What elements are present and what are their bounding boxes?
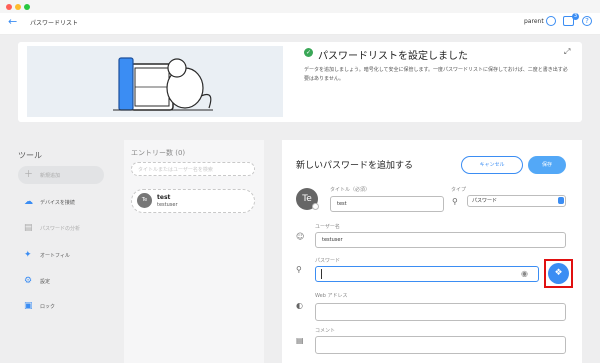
- user-icon: ☺: [296, 232, 305, 241]
- sidebar-title: ツール: [18, 151, 42, 160]
- comment-icon: ▤: [296, 336, 304, 345]
- analysis-icon: ▤: [24, 223, 33, 233]
- url-field[interactable]: [315, 303, 566, 321]
- account-icon[interactable]: [546, 16, 556, 26]
- generate-password-button[interactable]: ❖: [548, 263, 569, 284]
- sidebar-item-settings[interactable]: ⚙ 設定: [18, 272, 104, 290]
- edit-avatar-icon[interactable]: [312, 203, 319, 210]
- gear-icon: ⚙: [24, 276, 33, 286]
- minimize-window-button[interactable]: [15, 4, 21, 10]
- key-icon: ⚲: [452, 197, 458, 206]
- close-window-button[interactable]: [6, 4, 12, 10]
- username-field[interactable]: testuser: [315, 232, 566, 248]
- entry-avatar: Te: [137, 193, 152, 208]
- entry-title: test: [157, 194, 171, 201]
- sidebar-item-add-new[interactable]: ＋ 新規追加: [18, 166, 104, 184]
- username-label: ユーザー名: [315, 224, 340, 230]
- safe-illustration: [27, 46, 283, 117]
- back-arrow-icon[interactable]: ←: [8, 16, 20, 28]
- sidebar-item-label: オートフィル: [40, 253, 70, 259]
- sidebar-item-connect-device[interactable]: ☁ デバイスを接続: [18, 193, 104, 211]
- comment-label: コメント: [315, 328, 336, 334]
- entry-search-input[interactable]: タイトルまたはユーザー名を検索: [131, 162, 255, 176]
- banner-title: パスワードリストを設定しました: [318, 51, 468, 62]
- sidebar-item-label: ロック: [40, 304, 56, 310]
- lock-icon: ▣: [24, 301, 33, 311]
- user-name: parent: [524, 18, 544, 25]
- sidebar-item-label: デバイスを接続: [40, 200, 75, 206]
- text-cursor: [321, 269, 322, 279]
- cloud-upload-icon: ☁: [24, 197, 33, 207]
- entry-count-title: エントリー数 (0): [131, 149, 186, 157]
- comment-field[interactable]: [315, 336, 566, 354]
- help-icon[interactable]: ?: [582, 16, 592, 26]
- check-circle-icon: ✓: [304, 48, 313, 57]
- notification-badge: 3: [572, 13, 579, 20]
- window-titlebar: [0, 0, 600, 13]
- dropdown-arrow-icon: [558, 197, 564, 204]
- type-select[interactable]: パスワード: [467, 195, 566, 207]
- app-header: [0, 13, 600, 35]
- save-button[interactable]: 保存: [528, 156, 566, 174]
- url-label: Web アドレス: [315, 293, 348, 299]
- magic-wand-icon: ✦: [24, 250, 32, 260]
- collapse-icon[interactable]: ⤢: [564, 47, 570, 57]
- password-label: パスワード: [315, 258, 341, 264]
- zoom-window-button[interactable]: [24, 4, 30, 10]
- cancel-button[interactable]: キャンセル: [461, 156, 523, 174]
- globe-icon: ◐: [296, 301, 303, 310]
- sidebar-item-lock[interactable]: ▣ ロック: [18, 297, 104, 315]
- entry-username: testuser: [157, 202, 178, 208]
- banner-message: データを追加しましょう。暗号化して安全に保管します。一度パスワードリストに保存し…: [304, 67, 568, 82]
- sidebar-item-password-analysis[interactable]: ▤ パスワードの分析: [18, 219, 104, 237]
- title-field[interactable]: test: [330, 196, 444, 212]
- sidebar-item-label: パスワードの分析: [40, 226, 81, 232]
- key-icon: ⚲: [296, 265, 302, 274]
- app-title: パスワードリスト: [30, 20, 79, 27]
- type-label: タイプ: [451, 187, 467, 193]
- title-label: タイトル（必須）: [330, 187, 371, 193]
- show-password-icon[interactable]: ◉: [521, 269, 528, 278]
- sidebar-item-label: 新規追加: [40, 173, 61, 179]
- form-title: 新しいパスワードを追加する: [296, 161, 414, 171]
- password-field[interactable]: [315, 266, 539, 282]
- plus-icon: ＋: [24, 170, 34, 180]
- sidebar-item-autofill[interactable]: ✦ オートフィル: [18, 246, 104, 264]
- sidebar-item-label: 設定: [40, 279, 51, 285]
